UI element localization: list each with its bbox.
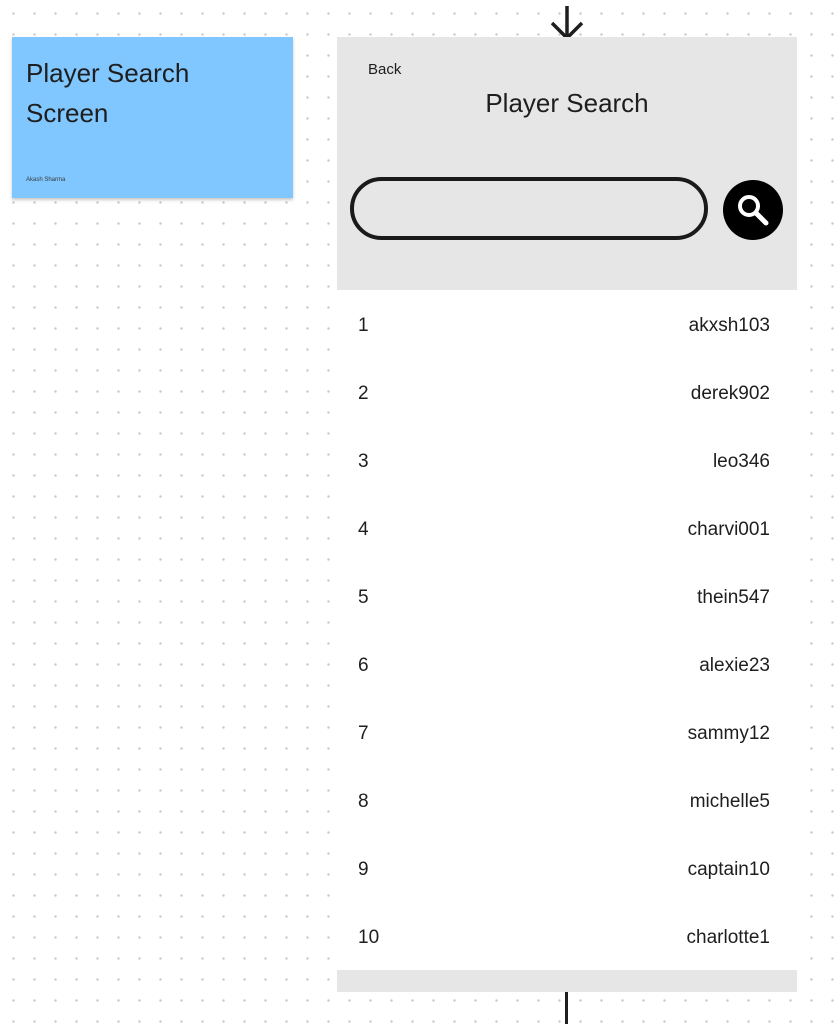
player-rank: 6	[358, 655, 369, 676]
player-row[interactable]: 3 leo346	[337, 427, 797, 495]
player-username: sammy12	[687, 723, 770, 744]
player-row[interactable]: 5 thein547	[337, 563, 797, 631]
sticky-note-author: Akash Sharma	[26, 177, 66, 183]
player-username: alexie23	[699, 655, 770, 676]
player-username: charlotte1	[686, 927, 770, 948]
player-username: leo346	[712, 451, 770, 472]
flow-connector-line	[565, 992, 568, 1024]
player-username: charvi001	[687, 519, 770, 540]
back-button[interactable]: Back	[368, 61, 401, 78]
player-rank: 3	[358, 451, 369, 472]
screen-header: Back Player Search	[337, 37, 797, 290]
screen-footer	[337, 970, 797, 992]
player-rank: 10	[358, 927, 380, 948]
screen-title: Player Search	[485, 88, 649, 118]
player-row[interactable]: 4 charvi001	[337, 495, 797, 563]
player-rank: 7	[358, 723, 369, 744]
sticky-note-title: Player Search Screen	[26, 58, 190, 128]
player-rank: 4	[358, 519, 369, 540]
search-button[interactable]	[723, 180, 783, 240]
player-rank: 9	[358, 859, 369, 880]
player-row[interactable]: 2 derek902	[337, 359, 797, 427]
player-rank: 5	[358, 587, 369, 608]
player-username: akxsh103	[688, 315, 770, 336]
sticky-note[interactable]: Player Search Screen Akash Sharma	[12, 37, 293, 198]
player-list: 1 akxsh103 2 derek902 3 leo346 4 charvi001 5 thei…	[337, 291, 797, 971]
player-username: captain10	[687, 859, 770, 880]
player-row[interactable]: 6 alexie23	[337, 631, 797, 699]
player-row[interactable]: 8 michelle5	[337, 767, 797, 835]
player-rank: 2	[358, 383, 369, 404]
search-icon	[738, 195, 769, 226]
search-input[interactable]	[350, 177, 708, 240]
player-rank: 8	[358, 791, 369, 812]
player-row[interactable]: 7 sammy12	[337, 699, 797, 767]
player-rank: 1	[358, 315, 369, 336]
player-username: michelle5	[689, 791, 770, 812]
player-row[interactable]: 10 charlotte1	[337, 903, 797, 971]
player-search-frame: Back Player Search 1 akxsh103 2 derek902 3 le…	[337, 37, 797, 992]
player-username: derek902	[690, 383, 770, 404]
player-username: thein547	[697, 587, 770, 608]
player-row[interactable]: 9 captain10	[337, 835, 797, 903]
player-row[interactable]: 1 akxsh103	[337, 291, 797, 359]
